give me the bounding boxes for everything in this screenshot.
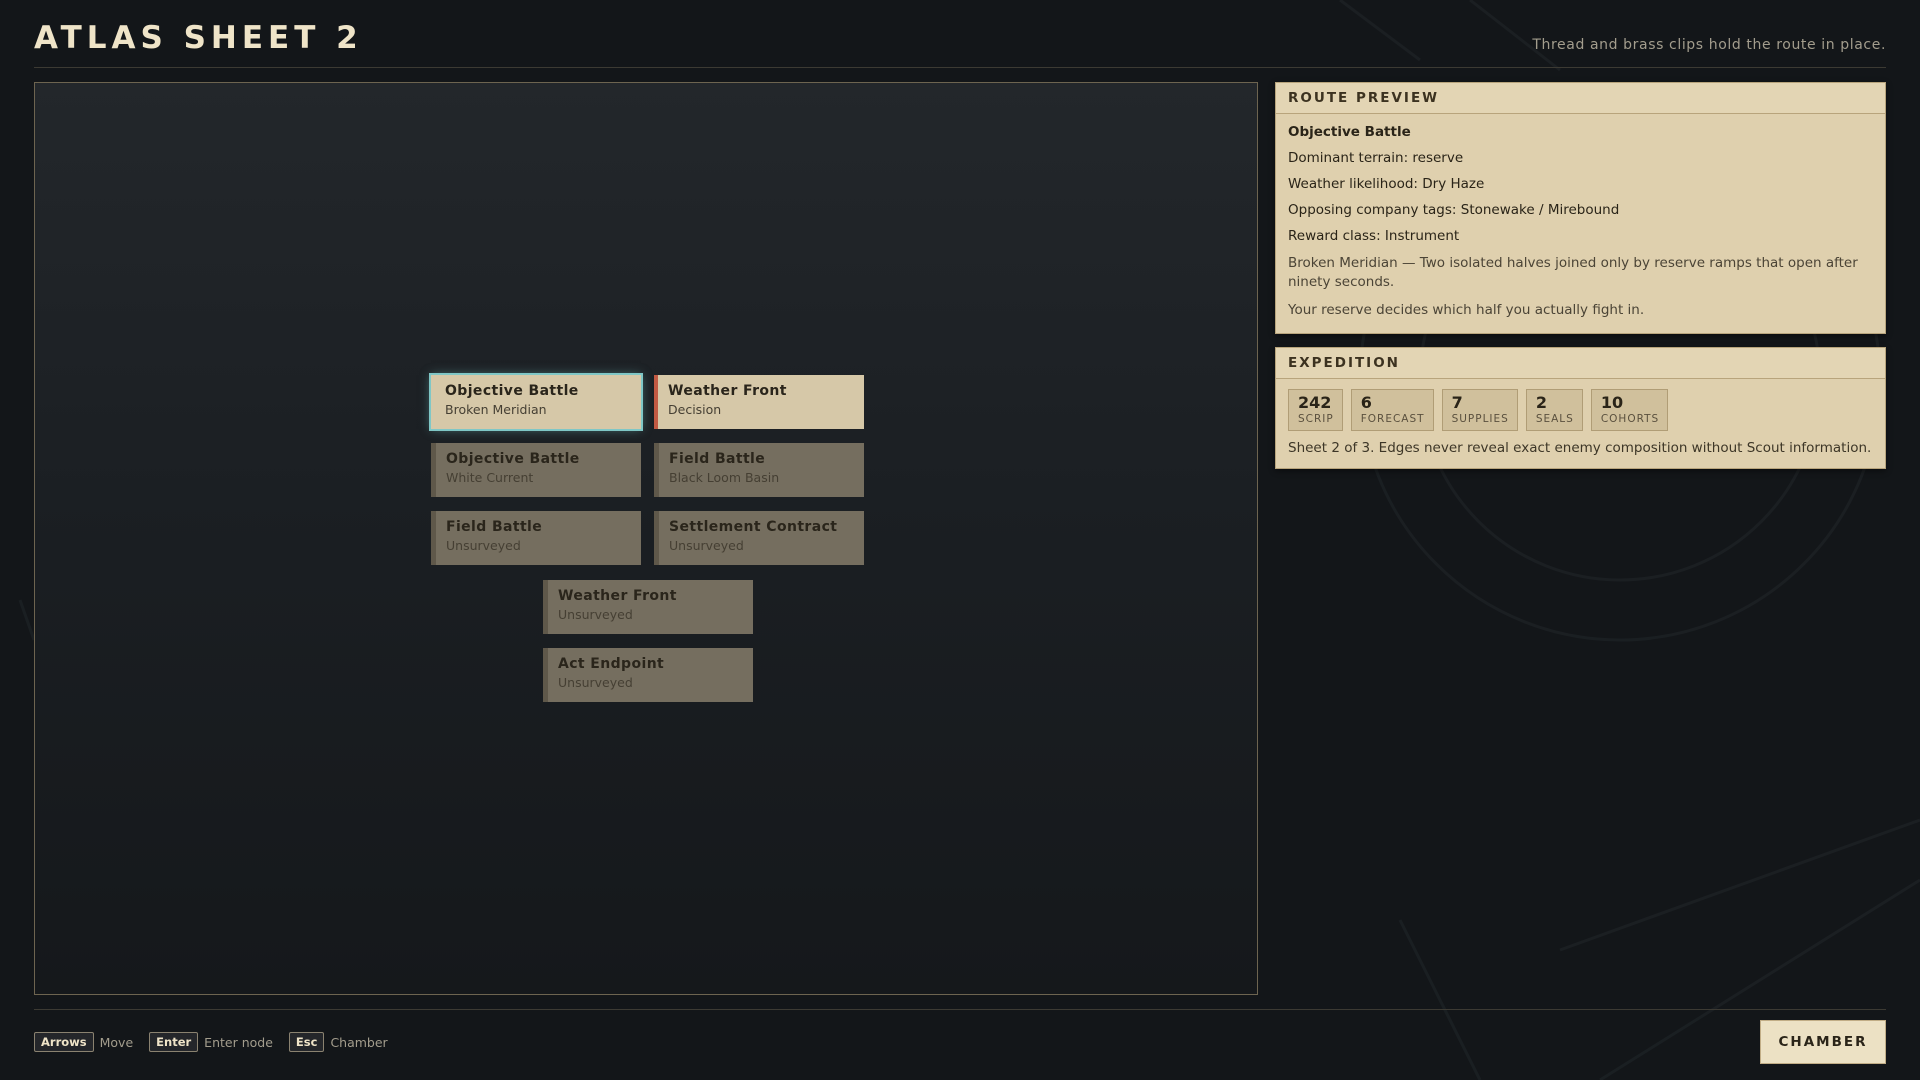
stat-label: SEALS xyxy=(1535,413,1574,425)
map-node[interactable]: Weather Front Unsurveyed xyxy=(543,580,753,634)
stat-cohorts: 10 COHORTS xyxy=(1590,389,1669,431)
node-subtitle: Unsurveyed xyxy=(446,538,521,553)
node-title: Field Battle xyxy=(669,451,766,467)
hint-chamber: Chamber xyxy=(330,1034,388,1050)
stat-scrip: 242 SCRIP xyxy=(1288,389,1343,431)
stat-value: 2 xyxy=(1535,393,1547,412)
node-subtitle: Broken Meridian xyxy=(445,402,547,417)
route-preview-header: ROUTE PREVIEW xyxy=(1276,83,1885,114)
footer-divider xyxy=(34,1009,1886,1010)
node-title: Objective Battle xyxy=(446,451,580,467)
route-preview-panel: ROUTE PREVIEW Objective Battle Dominant … xyxy=(1275,82,1886,334)
route-weather: Weather likelihood: Dry Haze xyxy=(1288,176,1485,192)
route-description: Broken Meridian — Two isolated halves jo… xyxy=(1288,255,1858,290)
node-subtitle: Unsurveyed xyxy=(558,675,633,690)
route-note: Your reserve decides which half you actu… xyxy=(1288,302,1645,318)
stat-seals: 2 SEALS xyxy=(1525,389,1583,431)
route-reward-class: Reward class: Instrument xyxy=(1288,228,1460,244)
node-subtitle: White Current xyxy=(446,470,534,485)
stat-label: SCRIP xyxy=(1298,413,1334,425)
node-subtitle: Black Loom Basin xyxy=(669,470,780,485)
stat-value: 242 xyxy=(1298,393,1332,412)
key-esc: Esc xyxy=(288,1032,325,1052)
node-title: Act Endpoint xyxy=(558,656,665,672)
node-subtitle: Unsurveyed xyxy=(669,538,744,553)
node-title: Field Battle xyxy=(446,519,543,535)
node-subtitle: Unsurveyed xyxy=(558,607,633,622)
expedition-stats: 242 SCRIP 6 FORECAST 7 SUPPLIES 2 SEALS … xyxy=(1276,379,1885,431)
key-arrows: Arrows xyxy=(34,1032,94,1052)
expedition-header: EXPEDITION xyxy=(1276,348,1885,379)
page-subtitle: Thread and brass clips hold the route in… xyxy=(1532,37,1886,53)
key-enter: Enter xyxy=(149,1032,199,1052)
stat-label: FORECAST xyxy=(1360,413,1425,425)
map-node[interactable]: Weather Front Decision xyxy=(654,375,864,429)
node-title: Weather Front xyxy=(558,588,677,604)
node-title: Objective Battle xyxy=(445,383,579,399)
map-node[interactable]: Field Battle Black Loom Basin xyxy=(654,443,864,497)
route-terrain: Dominant terrain: reserve xyxy=(1288,150,1464,166)
chamber-button[interactable]: CHAMBER xyxy=(1760,1020,1886,1064)
route-node-name: Objective Battle xyxy=(1288,124,1411,140)
expedition-panel: EXPEDITION 242 SCRIP 6 FORECAST 7 SUPPLI… xyxy=(1275,347,1886,469)
stat-label: COHORTS xyxy=(1600,413,1660,425)
map-node[interactable]: Objective Battle Broken Meridian xyxy=(429,373,643,431)
hint-enter-node: Enter node xyxy=(204,1034,273,1050)
stat-value: 10 xyxy=(1600,393,1624,412)
node-title: Weather Front xyxy=(668,383,787,399)
stat-forecast: 6 FORECAST xyxy=(1350,389,1434,431)
map-node[interactable]: Act Endpoint Unsurveyed xyxy=(543,648,753,702)
node-subtitle: Decision xyxy=(668,402,722,417)
atlas-map: Objective Battle Broken Meridian Weather… xyxy=(34,82,1258,995)
stat-supplies: 7 SUPPLIES xyxy=(1441,389,1518,431)
map-node[interactable]: Objective Battle White Current xyxy=(431,443,641,497)
route-opposing-tags: Opposing company tags: Stonewake / Mireb… xyxy=(1288,202,1620,218)
map-node[interactable]: Field Battle Unsurveyed xyxy=(431,511,641,565)
page-title: ATLAS SHEET 2 xyxy=(34,20,363,56)
node-title: Settlement Contract xyxy=(669,519,838,535)
stat-value: 6 xyxy=(1360,393,1372,412)
map-node[interactable]: Settlement Contract Unsurveyed xyxy=(654,511,864,565)
header: ATLAS SHEET 2 Thread and brass clips hol… xyxy=(34,20,1886,68)
stat-label: SUPPLIES xyxy=(1451,413,1509,425)
hint-move: Move xyxy=(99,1034,134,1050)
expedition-note: Sheet 2 of 3. Edges never reveal exact e… xyxy=(1288,440,1872,456)
stat-value: 7 xyxy=(1451,393,1463,412)
key-hints: Arrows Move Enter Enter node Esc Chamber xyxy=(34,1032,404,1052)
